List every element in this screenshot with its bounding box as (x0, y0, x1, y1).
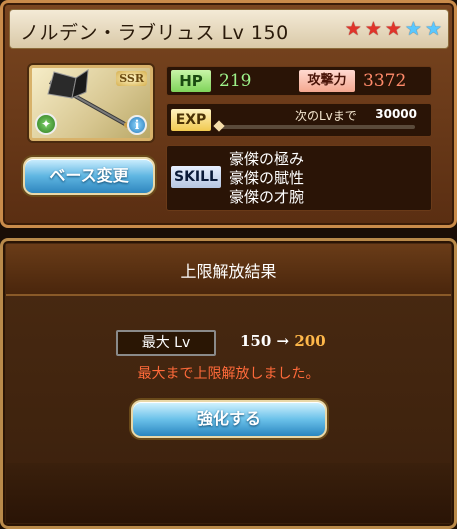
star-icon: ★ (344, 18, 362, 40)
weapon-level: Lv 150 (221, 22, 289, 44)
weapon-thumbnail[interactable]: SSR ✦ i (29, 65, 153, 141)
uncap-notice: 最大まで上限解放しました。 (137, 366, 320, 382)
wind-element-icon: ✦ (35, 113, 57, 135)
attack-value: 3372 (363, 71, 407, 91)
uncap-result-dialog: 上限解放結果 最大 Lv 150 → 200 最大まで上限解放しました。 強化す… (0, 238, 457, 529)
skill-item[interactable]: 豪傑の賦性 (229, 169, 304, 188)
exp-progress-marker (213, 120, 225, 132)
star-icon: ★ (364, 18, 382, 40)
skill-item[interactable]: 豪傑の極み (229, 150, 304, 169)
info-icon[interactable]: i (127, 115, 147, 135)
star-icon: ★ (424, 18, 442, 40)
weapon-title: ノルデン・ラブリュス Lv 150 (20, 18, 289, 45)
exp-row: EXP 次のLvまで 30000 (166, 103, 432, 137)
dialog-title: 上限解放結果 (180, 262, 277, 281)
skill-list: 豪傑の極み 豪傑の賦性 豪傑の才腕 (229, 150, 304, 207)
rarity-stars: ★ ★ ★ ★ ★ (345, 19, 442, 39)
skill-row: SKILL 豪傑の極み 豪傑の賦性 豪傑の才腕 (166, 145, 432, 211)
dialog-header: 上限解放結果 (6, 244, 451, 296)
arrow-right-icon: → (276, 332, 290, 350)
hp-value: 219 (219, 71, 252, 91)
hp-attack-row: HP 219 攻撃力 3372 (166, 66, 432, 96)
exp-progress-bar (219, 125, 415, 129)
skill-label: SKILL (171, 166, 221, 188)
weapon-title-bar: ノルデン・ラブリュス Lv 150 ★ ★ ★ ★ ★ (9, 9, 449, 49)
level-to: 200 (294, 332, 326, 350)
attack-label: 攻撃力 (299, 70, 355, 92)
exp-next-label: 次のLvまで (295, 109, 357, 123)
star-icon: ★ (384, 18, 402, 40)
dialog-footer (6, 463, 451, 523)
weapon-panel: ノルデン・ラブリュス Lv 150 ★ ★ ★ ★ ★ SSR ✦ i HP 2… (0, 0, 457, 228)
max-level-label: 最大 Lv (116, 330, 216, 356)
level-from: 150 (240, 332, 272, 350)
level-change: 150 → 200 (240, 332, 326, 350)
enhance-button[interactable]: 強化する (131, 400, 327, 438)
exp-next-value: 30000 (375, 107, 417, 121)
base-change-button[interactable]: ベース変更 (23, 157, 155, 195)
ssr-badge: SSR (116, 71, 147, 86)
hp-label: HP (171, 70, 211, 92)
exp-label: EXP (171, 109, 211, 131)
weapon-name: ノルデン・ラブリュス (20, 22, 216, 44)
star-icon: ★ (404, 18, 422, 40)
skill-item[interactable]: 豪傑の才腕 (229, 188, 304, 207)
